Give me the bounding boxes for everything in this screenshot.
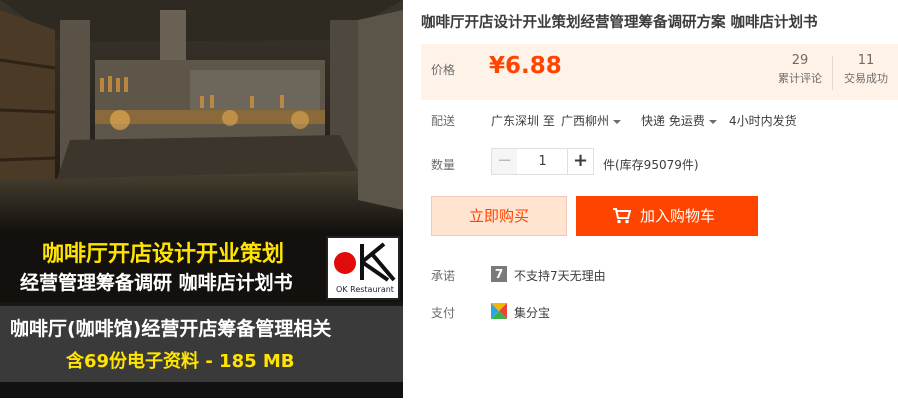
quantity-increase-button[interactable]: + <box>567 148 594 175</box>
banner-footer-strip <box>0 382 403 398</box>
sales-label: 交易成功 <box>844 72 888 85</box>
quantity-input[interactable]: 1 <box>517 148 568 175</box>
destination-text: 广西柳州 <box>561 114 610 128</box>
quantity-label: 数量 <box>431 158 456 172</box>
stock-text: 件(库存95079件) <box>603 158 699 172</box>
shipping-method-select[interactable]: 快递 免运费 <box>641 112 717 129</box>
dispatch-time: 4小时内发货 <box>729 114 797 128</box>
reviews-count: 29 <box>791 53 809 68</box>
shipping-method-text: 快递 免运费 <box>641 114 705 128</box>
promise-label: 承诺 <box>431 269 456 283</box>
reviews-label: 累计评论 <box>778 72 822 85</box>
price-label: 价格 <box>431 63 456 77</box>
product-title: 咖啡厅开店设计开业策划经营管理筹备调研方案 咖啡店计划书 <box>421 15 818 31</box>
stat-divider <box>832 56 833 90</box>
price-panel: 价格 ¥6.88 29 累计评论 11 交易成功 <box>421 44 898 100</box>
shipping-destination-select[interactable]: 广西柳州 <box>561 112 622 129</box>
sales-count: 11 <box>857 53 875 68</box>
quantity-decrease-button[interactable]: − <box>491 148 518 175</box>
buy-now-button[interactable]: 立即购买 <box>431 196 567 236</box>
reviews-stat[interactable]: 29 累计评论 <box>769 52 831 88</box>
banner-subtitle-line: 经营管理筹备调研 咖啡店计划书 <box>20 272 293 294</box>
logo-caption: OK Restaurant <box>336 285 394 294</box>
banner-description-line: 咖啡厅(咖啡馆)经营开店筹备管理相关 <box>10 318 332 340</box>
red-dot-icon <box>334 252 356 274</box>
shipping-label: 配送 <box>431 114 456 128</box>
jifenbao-icon <box>491 303 507 319</box>
banner-title-line: 咖啡厅开店设计开业策划 <box>42 242 285 267</box>
product-main-image[interactable]: 咖啡厅开店设计开业策划 经营管理筹备调研 咖啡店计划书 OK Restauran… <box>0 0 403 398</box>
k-logo-icon <box>360 242 396 282</box>
shipping-origin: 广东深圳 至 <box>491 114 555 128</box>
promise-text: 不支持7天无理由 <box>514 269 606 283</box>
chevron-down-icon <box>708 119 717 124</box>
chevron-down-icon <box>613 119 622 124</box>
ok-restaurant-logo: OK Restaurant <box>326 236 400 300</box>
payment-label: 支付 <box>431 306 456 320</box>
sales-stat: 11 交易成功 <box>835 52 897 88</box>
add-to-cart-button[interactable]: 加入购物车 <box>576 196 758 236</box>
seven-day-return-icon: 7 <box>491 266 507 282</box>
shopping-cart-icon <box>613 208 631 224</box>
price-value: ¥6.88 <box>489 53 562 79</box>
add-to-cart-label: 加入购物车 <box>640 207 716 225</box>
payment-method-text: 集分宝 <box>514 306 551 320</box>
banner-size-line: 含69份电子资料 - 185 MB <box>66 351 295 372</box>
